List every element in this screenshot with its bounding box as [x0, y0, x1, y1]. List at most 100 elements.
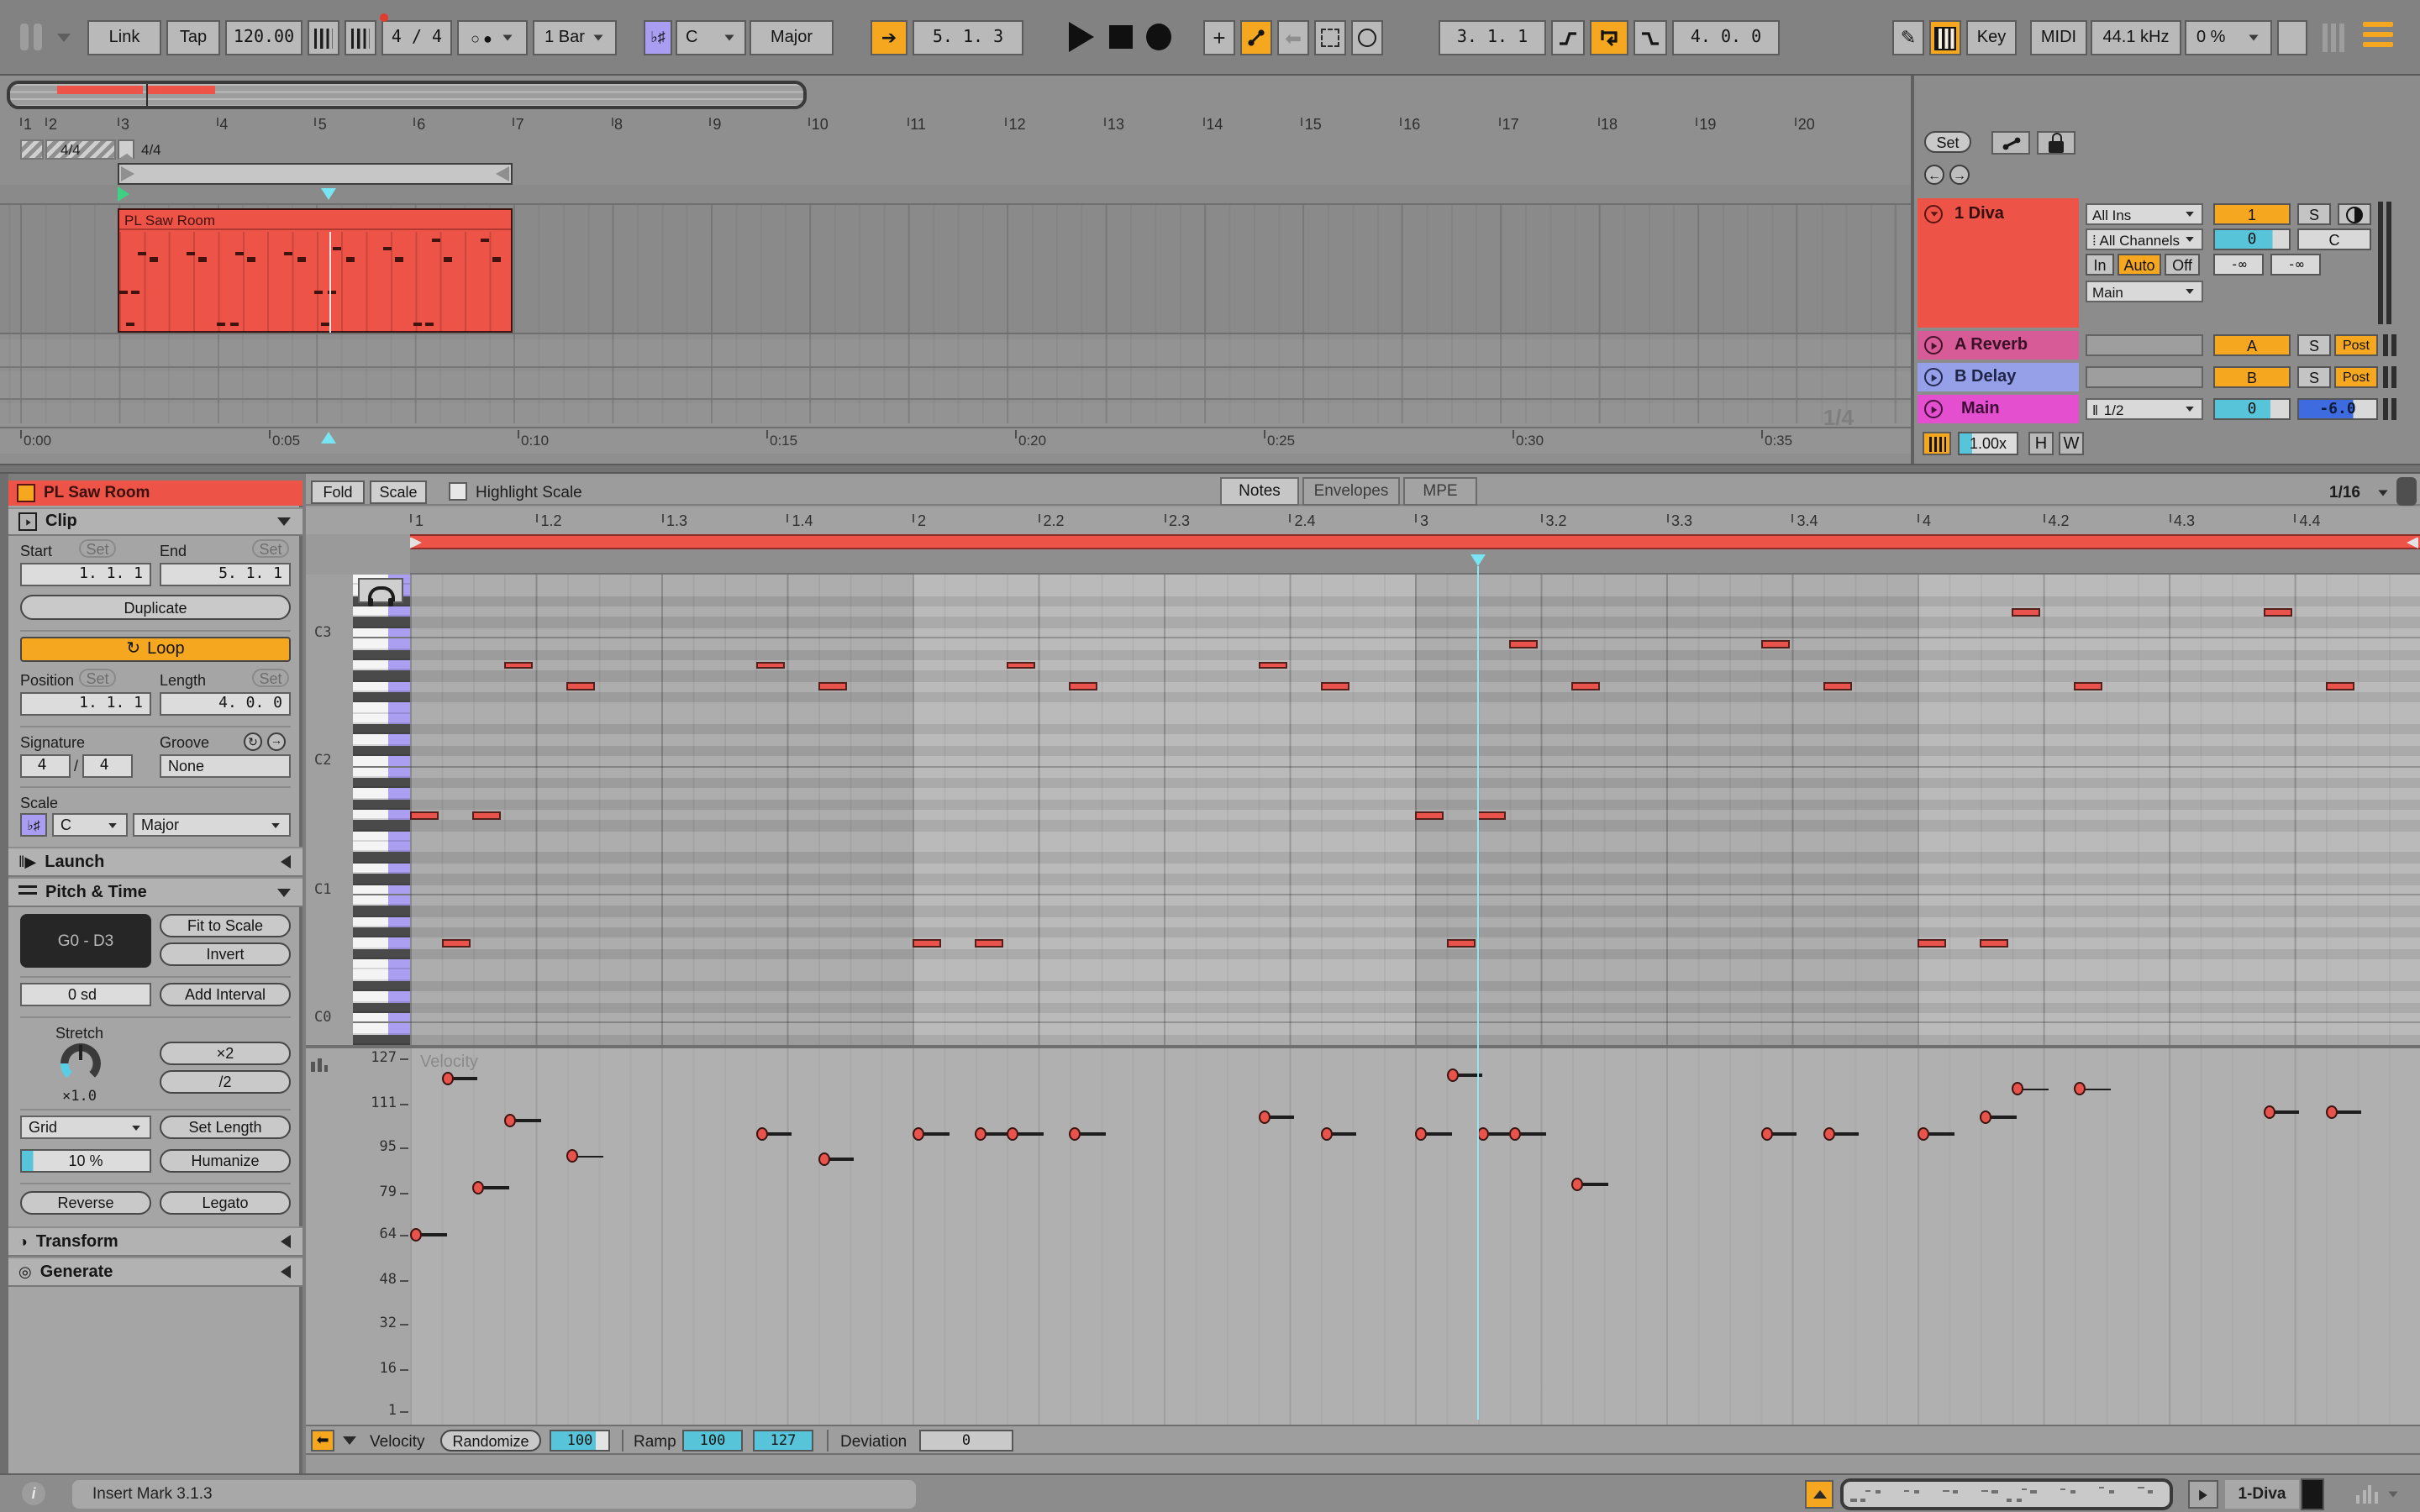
loop-start-handle[interactable]: [410, 537, 422, 549]
bar-number[interactable]: 19: [1699, 116, 1716, 133]
overdub-button[interactable]: +: [1203, 20, 1235, 55]
white-key[interactable]: [353, 703, 410, 714]
lane-delay[interactable]: [0, 371, 1911, 400]
bar-number[interactable]: 2: [49, 116, 57, 133]
scale-fold-button[interactable]: Scale: [370, 480, 427, 503]
monitor-auto-button[interactable]: Auto: [2118, 254, 2161, 276]
white-key[interactable]: [353, 767, 410, 778]
black-key[interactable]: [353, 746, 410, 757]
track-header-diva[interactable]: 1 Diva All Ins ⁞ All Channels In Auto Of…: [1918, 198, 2420, 328]
velocity-marker[interactable]: [1572, 1178, 1584, 1191]
velocity-marker[interactable]: [1823, 1127, 1835, 1141]
velocity-marker[interactable]: [1981, 1110, 1992, 1124]
white-key[interactable]: [353, 831, 410, 842]
white-key[interactable]: [353, 1013, 410, 1024]
midi-note[interactable]: [1981, 939, 2009, 948]
tab-envelopes[interactable]: Envelopes: [1302, 477, 1400, 506]
midi-note[interactable]: [1321, 683, 1349, 691]
metronome-button[interactable]: ○●: [457, 20, 528, 55]
black-key[interactable]: [353, 821, 410, 832]
settings-menu-icon[interactable]: [2363, 22, 2393, 52]
window-menu-chevron-icon[interactable]: [57, 34, 71, 42]
randomize-amount-field[interactable]: 100: [550, 1430, 610, 1452]
loop-toggle-button[interactable]: ↻Loop: [20, 637, 291, 662]
reverse-button[interactable]: Reverse: [20, 1191, 151, 1215]
send-a-field[interactable]: -∞: [2213, 254, 2264, 276]
output-chooser[interactable]: Main: [2086, 281, 2203, 302]
stretch-div2-button[interactable]: /2: [160, 1070, 291, 1094]
punch-in-button[interactable]: [1551, 20, 1585, 55]
stop-button[interactable]: [1109, 25, 1133, 49]
white-key[interactable]: [353, 735, 410, 746]
solo-button[interactable]: S: [2297, 366, 2331, 388]
velocity-marker[interactable]: [567, 1150, 579, 1163]
lane-chooser-chevron[interactable]: [338, 1430, 360, 1452]
transform-section-header[interactable]: ◑Transform: [8, 1226, 302, 1257]
set-marker-button[interactable]: Set: [1924, 131, 1971, 153]
white-key[interactable]: [353, 660, 410, 671]
lane-diva[interactable]: PL Saw Room: [0, 205, 1911, 334]
follow-button[interactable]: ➔: [871, 20, 908, 55]
show-hide-clip-view-button[interactable]: [1805, 1480, 1833, 1509]
scale-mode-chooser[interactable]: Major: [750, 20, 834, 55]
lane-select-icon[interactable]: [311, 1055, 328, 1072]
return-activator[interactable]: A: [2213, 334, 2291, 356]
start-set-button[interactable]: Set: [79, 539, 116, 558]
expand-chevron-icon[interactable]: [281, 1235, 291, 1248]
editor-scrub-area[interactable]: [410, 549, 2420, 575]
midi-note[interactable]: [1415, 811, 1444, 820]
collapse-chevron-icon[interactable]: [277, 888, 291, 896]
black-key[interactable]: [353, 1002, 410, 1013]
black-key[interactable]: [353, 874, 410, 885]
bar-number[interactable]: 18: [1601, 116, 1618, 133]
input-type-chooser[interactable]: All Ins: [2086, 203, 2203, 225]
white-key[interactable]: [353, 681, 410, 692]
midi-note[interactable]: [1823, 683, 1852, 691]
insert-marker-icon[interactable]: [321, 188, 336, 200]
cue-out-chooser[interactable]: ‖ 1/2: [2086, 398, 2203, 420]
set-length-button[interactable]: Set Length: [160, 1116, 291, 1139]
collapse-chevron-icon[interactable]: [277, 517, 291, 526]
audition-mode-button[interactable]: [1923, 432, 1951, 455]
midi-note[interactable]: [410, 811, 439, 820]
midi-note[interactable]: [2012, 608, 2040, 617]
bar-number[interactable]: 11: [910, 116, 926, 133]
zoom-width-button[interactable]: W: [2059, 432, 2084, 455]
scale-root-chooser[interactable]: C: [52, 813, 128, 837]
info-icon[interactable]: i: [22, 1482, 45, 1505]
loop-start-field[interactable]: 3. 1. 1: [1439, 20, 1546, 55]
black-key[interactable]: [353, 927, 410, 938]
generate-section-header[interactable]: ◎Generate: [8, 1257, 302, 1287]
session-record-button[interactable]: [1351, 20, 1383, 55]
white-key[interactable]: [353, 895, 410, 906]
zoom-scale-field[interactable]: 1.00x: [1958, 432, 2018, 455]
length-set-button[interactable]: Set: [252, 669, 289, 687]
velocity-marker[interactable]: [1478, 1127, 1490, 1141]
zoom-height-button[interactable]: H: [2028, 432, 2054, 455]
black-key[interactable]: [353, 799, 410, 810]
device-preview-play-button[interactable]: [2188, 1480, 2218, 1509]
clip-section-header[interactable]: Clip: [8, 507, 302, 536]
midi-note[interactable]: [1007, 661, 1035, 669]
velocity-marker[interactable]: [2263, 1105, 2275, 1118]
midi-note[interactable]: [1509, 640, 1538, 648]
scale-root-chooser[interactable]: C: [676, 20, 746, 55]
fold-button[interactable]: Fold: [311, 480, 365, 503]
punch-out-button[interactable]: [1634, 20, 1667, 55]
pitch-time-section-header[interactable]: Pitch & Time: [8, 877, 302, 907]
pitch-range-display[interactable]: G0 - D3: [20, 914, 151, 968]
link-button[interactable]: Link: [87, 20, 161, 55]
midi-note[interactable]: [1478, 811, 1507, 820]
monitor-off-button[interactable]: Off: [2165, 254, 2200, 276]
velocity-marker[interactable]: [2012, 1083, 2023, 1096]
signature-marker[interactable]: [118, 139, 134, 160]
start-marker-icon[interactable]: [118, 186, 129, 202]
input-channel-chooser[interactable]: ⁞ All Channels: [2086, 228, 2203, 250]
track-header-delay[interactable]: B Delay B S Post: [1918, 363, 2420, 391]
humanize-amount-field[interactable]: 10 %: [20, 1149, 151, 1173]
beat-time-ruler[interactable]: 1234567891011121314151617181920: [0, 114, 1911, 138]
white-key[interactable]: [353, 638, 410, 649]
black-key[interactable]: [353, 1034, 410, 1045]
meter-icon[interactable]: [2356, 1485, 2378, 1504]
expand-chevron-icon[interactable]: [281, 855, 291, 869]
